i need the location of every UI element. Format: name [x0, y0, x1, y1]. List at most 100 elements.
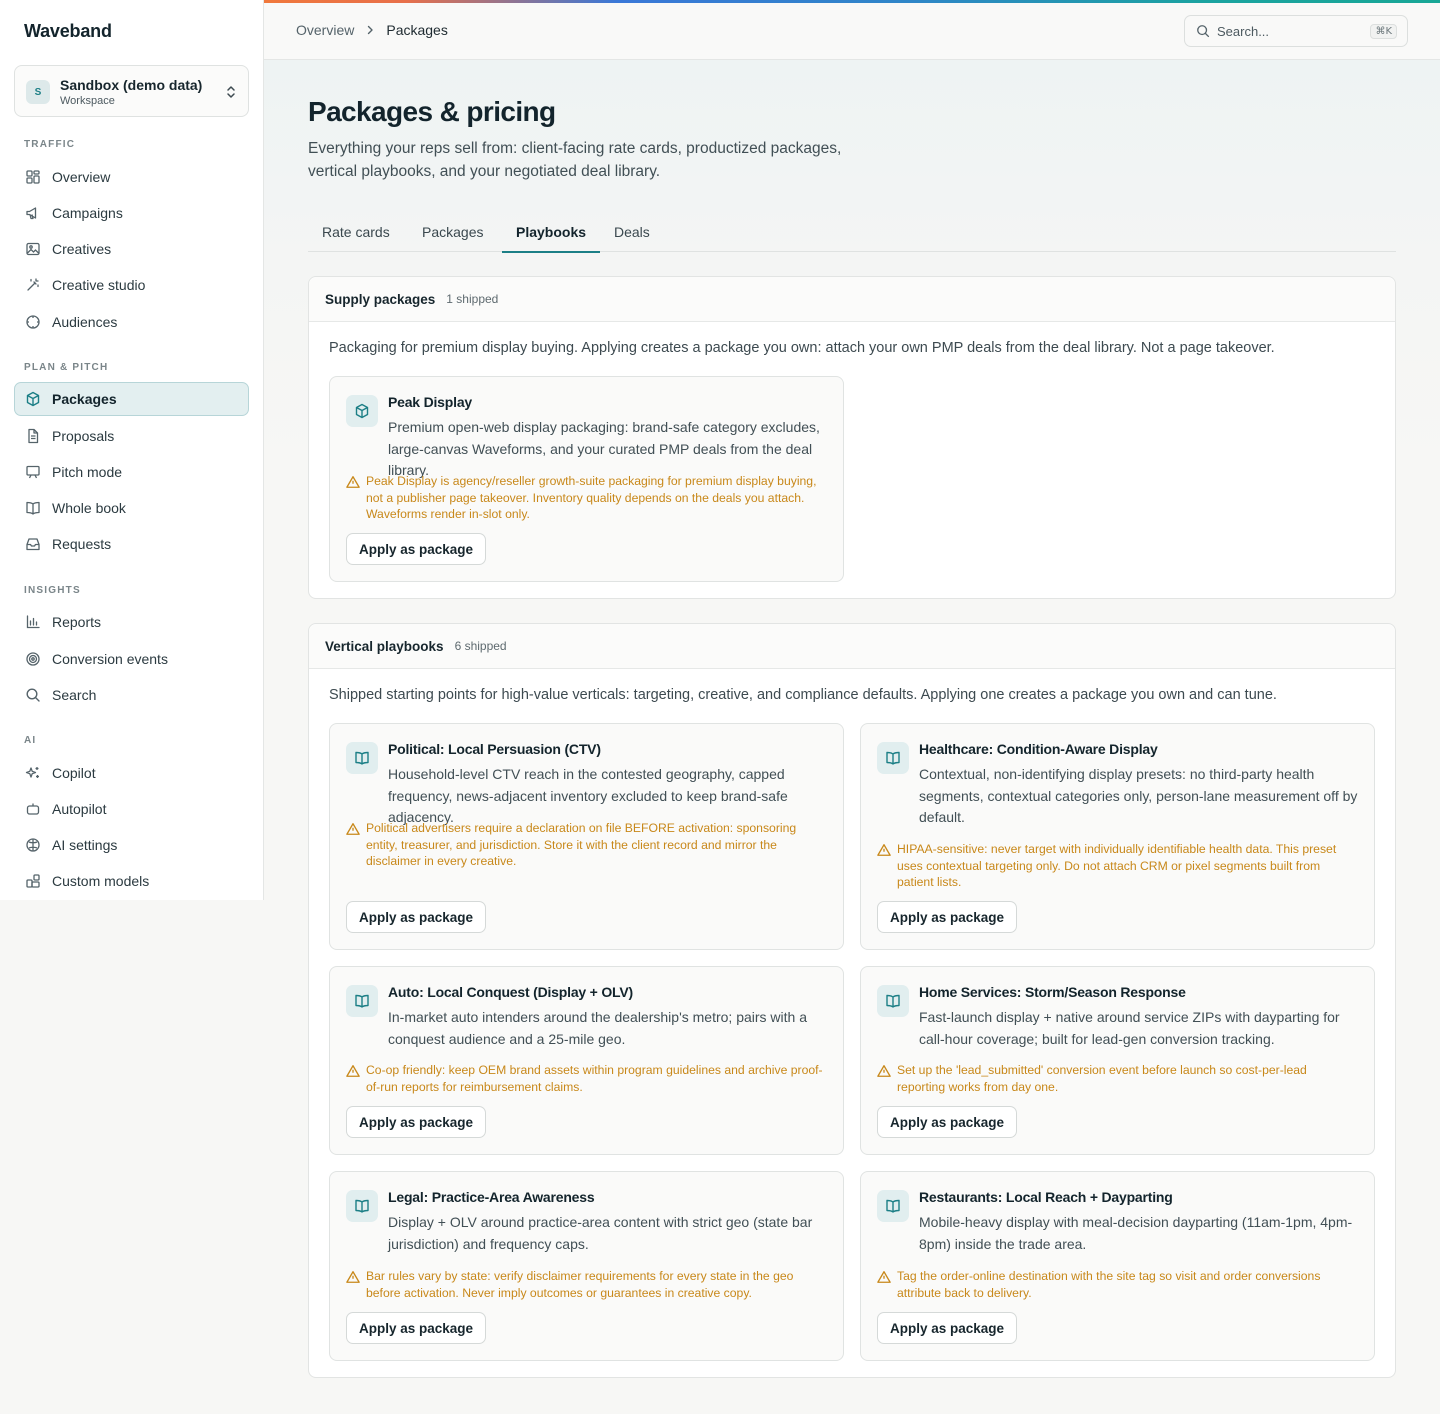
apply-as-package-button[interactable]: Apply as package: [877, 901, 1018, 933]
sidebar-item-label: Campaigns: [52, 205, 123, 221]
warning-text: Co-op friendly: keep OEM brand assets wi…: [366, 1063, 823, 1094]
card-description: Mobile-heavy display with meal-decision …: [919, 1214, 1353, 1252]
megaphone-icon: [25, 205, 41, 221]
magic-wand-icon: [25, 277, 41, 293]
image-icon: [25, 241, 41, 257]
sidebar-item-label: AI settings: [52, 837, 118, 853]
playbook-card-legal: Legal: Practice-Area Awareness Display +…: [329, 1171, 844, 1361]
playbook-card-home-services: Home Services: Storm/Season Response Fas…: [860, 966, 1375, 1155]
card-title: Political: Local Persuasion (CTV): [388, 741, 601, 757]
top-header: Overview Packages Search... ⌘K: [264, 3, 1440, 60]
apply-as-package-button[interactable]: Apply as package: [346, 1106, 487, 1138]
apply-as-package-button[interactable]: Apply as package: [877, 1106, 1018, 1138]
panel-title: Vertical playbooks: [325, 638, 444, 654]
apply-as-package-button[interactable]: Apply as package: [346, 1312, 487, 1344]
grid-icon: [25, 169, 41, 185]
book-icon: [25, 500, 41, 516]
book-icon: [346, 742, 378, 774]
blocks-icon: [25, 873, 41, 889]
search-icon: [25, 687, 41, 703]
warning-text: HIPAA-sensitive: never target with indiv…: [897, 842, 1337, 889]
nav-section-traffic: TRAFFIC: [24, 139, 76, 150]
warning-icon: [877, 1065, 891, 1077]
panel-count: 1 shipped: [446, 292, 499, 306]
sidebar-item-whole-book[interactable]: Whole book: [14, 491, 249, 525]
nav-section-ai: AI: [24, 735, 37, 746]
sidebar-item-label: Pitch mode: [52, 464, 123, 480]
book-icon: [346, 1190, 378, 1222]
search-box[interactable]: Search... ⌘K: [1184, 15, 1408, 47]
book-icon: [877, 1190, 909, 1222]
sidebar-item-label: Overview: [52, 169, 111, 185]
playbook-card-healthcare: Healthcare: Condition-Aware Display Cont…: [860, 723, 1375, 950]
card-warning: Set up the 'lead_submitted' conversion e…: [877, 1062, 1357, 1095]
tab-deals[interactable]: Deals: [600, 212, 664, 252]
card-description: Display + OLV around practice-area conte…: [388, 1214, 813, 1252]
presentation-icon: [25, 464, 41, 480]
panel-description: Packaging for premium display buying. Ap…: [329, 340, 1275, 356]
apply-as-package-button[interactable]: Apply as package: [346, 901, 487, 933]
card-warning: Tag the order-online destination with th…: [877, 1268, 1357, 1301]
card-title: Restaurants: Local Reach + Dayparting: [919, 1189, 1173, 1205]
sidebar-item-label: Copilot: [52, 765, 96, 781]
sidebar-item-label: Whole book: [52, 500, 126, 516]
target-icon: [25, 651, 41, 667]
sidebar-item-campaigns[interactable]: Campaigns: [14, 196, 249, 230]
panel-header: Vertical playbooks 6 shipped: [309, 624, 1395, 669]
panel-title: Supply packages: [325, 291, 436, 307]
document-icon: [25, 428, 41, 444]
sidebar-item-autopilot[interactable]: Autopilot: [14, 792, 249, 826]
tab-playbooks[interactable]: Playbooks: [502, 212, 601, 253]
sidebar-item-requests[interactable]: Requests: [14, 527, 249, 561]
nav-section-insights: INSIGHTS: [24, 585, 81, 596]
sidebar-item-packages[interactable]: Packages: [14, 382, 249, 416]
package-card: Peak Display Premium open-web display pa…: [329, 376, 844, 582]
sidebar-item-pitch-mode[interactable]: Pitch mode: [14, 455, 249, 489]
sidebar-item-creatives[interactable]: Creatives: [14, 232, 249, 266]
sidebar-item-copilot[interactable]: Copilot: [14, 756, 249, 790]
playbook-card-restaurants: Restaurants: Local Reach + Dayparting Mo…: [860, 1171, 1375, 1361]
card-title: Auto: Local Conquest (Display + OLV): [388, 984, 633, 1000]
search-shortcut-badge: ⌘K: [1370, 24, 1397, 39]
warning-icon: [346, 476, 360, 488]
sidebar-item-custom-models[interactable]: Custom models: [14, 864, 249, 898]
sidebar-item-ai-settings[interactable]: AI settings: [14, 828, 249, 862]
cube-icon: [25, 391, 41, 407]
breadcrumb-overview[interactable]: Overview: [296, 22, 354, 38]
apply-as-package-button[interactable]: Apply as package: [346, 533, 487, 565]
sidebar-item-audiences[interactable]: Audiences: [14, 305, 249, 339]
breadcrumb: Overview Packages: [296, 22, 448, 38]
supply-packages-panel: Supply packages 1 shipped Packaging for …: [308, 276, 1396, 599]
card-title: Legal: Practice-Area Awareness: [388, 1189, 595, 1205]
book-icon: [877, 985, 909, 1017]
playbook-card-political: Political: Local Persuasion (CTV) Househ…: [329, 723, 844, 950]
tab-packages[interactable]: Packages: [408, 212, 497, 252]
apply-as-package-button[interactable]: Apply as package: [877, 1312, 1018, 1344]
sidebar-item-label: Proposals: [52, 428, 115, 444]
warning-text: Tag the order-online destination with th…: [897, 1269, 1321, 1300]
workspace-switcher[interactable]: S Sandbox (demo data) Workspace: [14, 65, 249, 117]
card-warning: Peak Display is agency/reseller growth-s…: [346, 473, 826, 523]
sidebar-item-search[interactable]: Search: [14, 678, 249, 712]
sidebar-item-creative-studio[interactable]: Creative studio: [14, 268, 249, 302]
brand-logo[interactable]: Waveband: [24, 21, 112, 42]
sidebar-item-proposals[interactable]: Proposals: [14, 419, 249, 453]
target-audience-icon: [25, 314, 41, 330]
card-description: Household-level CTV reach in the contest…: [388, 766, 788, 825]
warning-icon: [877, 1271, 891, 1283]
panel-description: Shipped starting points for high-value v…: [329, 687, 1277, 703]
sidebar-item-overview[interactable]: Overview: [14, 160, 249, 194]
card-warning: Co-op friendly: keep OEM brand assets wi…: [346, 1062, 826, 1095]
search-placeholder: Search...: [1217, 24, 1270, 39]
vertical-playbooks-panel: Vertical playbooks 6 shipped Shipped sta…: [308, 623, 1396, 1378]
sidebar-item-conversion-events[interactable]: Conversion events: [14, 642, 249, 676]
sidebar-item-label: Conversion events: [52, 651, 168, 667]
sidebar-item-label: Reports: [52, 614, 102, 630]
card-description: Premium open-web display packaging: bran…: [388, 419, 820, 478]
book-icon: [877, 742, 909, 774]
tab-rate-cards[interactable]: Rate cards: [308, 212, 404, 252]
tab-bar: Rate cards Packages Playbooks Deals: [308, 212, 1396, 253]
cube-icon: [346, 395, 378, 427]
sidebar: Waveband S Sandbox (demo data) Workspace…: [0, 0, 264, 900]
sidebar-item-reports[interactable]: Reports: [14, 605, 249, 639]
